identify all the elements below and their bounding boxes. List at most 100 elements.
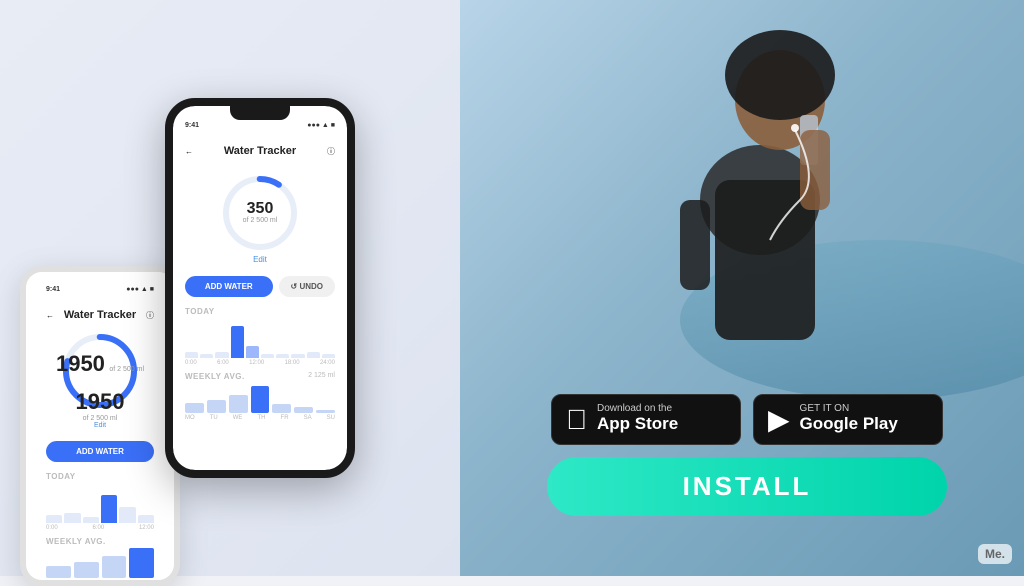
fbar-9 bbox=[307, 352, 320, 358]
back-wbar-3 bbox=[102, 556, 127, 579]
back-time: 9:41 bbox=[46, 286, 60, 293]
fwbar-4 bbox=[251, 386, 270, 413]
back-status-bar: 9:41 ●●● ▲ ■ bbox=[34, 282, 166, 293]
back-bar-2 bbox=[64, 513, 80, 523]
front-app-title: Water Tracker bbox=[224, 145, 296, 157]
fbar-8 bbox=[291, 354, 304, 358]
fwbar-2 bbox=[207, 400, 226, 414]
back-edit-label: Edit bbox=[34, 422, 166, 429]
front-weekly-header: WEEKLY AVG. 2 125 ml bbox=[173, 368, 347, 383]
front-chart bbox=[173, 318, 347, 358]
back-bar-1 bbox=[46, 515, 62, 523]
front-signal: ●●● ▲ ■ bbox=[307, 122, 335, 129]
googleplay-name: Google Play bbox=[800, 414, 898, 434]
fwlabel-tu: TU bbox=[210, 415, 218, 421]
front-weekly-labels: MO TU WE TH FR SA SU bbox=[173, 413, 347, 423]
back-arrow-icon: ← bbox=[46, 311, 54, 320]
back-bar-4 bbox=[101, 495, 117, 523]
fwbar-7 bbox=[316, 410, 335, 413]
back-info-icon: ⓘ bbox=[146, 310, 154, 321]
fbar-1 bbox=[185, 352, 198, 358]
back-wbar-4 bbox=[129, 548, 154, 578]
back-add-water-btn[interactable]: ADD WATER bbox=[46, 441, 154, 462]
back-water-goal2: of 2 500 ml bbox=[34, 415, 166, 422]
front-water-circle: 350 of 2 500 ml bbox=[220, 173, 300, 253]
front-undo-btn[interactable]: ↺ UNDO bbox=[279, 276, 335, 297]
back-water-amount: 1950 bbox=[56, 351, 105, 376]
fwlabel-mo: MO bbox=[185, 415, 195, 421]
back-signal: ●●● ▲ ■ bbox=[126, 286, 154, 293]
googleplay-button[interactable]: ▶ GET IT ON Google Play bbox=[753, 394, 943, 445]
fwbar-3 bbox=[229, 395, 248, 413]
fwbar-1 bbox=[185, 403, 204, 414]
phone-front: 9:41 ●●● ▲ ■ ← Water Tracker ⓘ 350 of 2 bbox=[165, 98, 355, 478]
back-weekly-labels: MO TU WE TH bbox=[34, 578, 166, 580]
left-panel: 9:41 ●●● ▲ ■ ← Water Tracker ⓘ 1950 of 2… bbox=[0, 0, 460, 576]
apple-icon:  bbox=[566, 404, 587, 436]
back-label-6: 6:00 bbox=[92, 525, 104, 531]
googleplay-sub: GET IT ON bbox=[800, 404, 898, 414]
googleplay-icon: ▶ bbox=[768, 403, 790, 436]
fwbar-5 bbox=[272, 404, 291, 413]
appstore-name: App Store bbox=[597, 414, 678, 434]
flabel-0: 0:00 bbox=[185, 360, 197, 366]
fwlabel-sa: SA bbox=[304, 415, 312, 421]
back-chart-labels: 0:00 6:00 12:00 bbox=[34, 523, 166, 533]
googleplay-text: GET IT ON Google Play bbox=[800, 404, 898, 434]
fbar-4 bbox=[231, 326, 244, 358]
front-water-goal: of 2 500 ml bbox=[243, 217, 278, 224]
front-water-circle-container: 350 of 2 500 ml Edit bbox=[173, 163, 347, 270]
back-app-header: ← Water Tracker ⓘ bbox=[34, 293, 166, 327]
back-bar-5 bbox=[119, 507, 135, 523]
back-weekly-chart bbox=[34, 548, 166, 578]
back-wbar-1 bbox=[46, 566, 71, 578]
front-add-water-row: ADD WATER ↺ UNDO bbox=[173, 270, 347, 303]
fwlabel-we: WE bbox=[233, 415, 243, 421]
front-edit-link[interactable]: Edit bbox=[253, 255, 267, 264]
back-water-goal: of 2 500 ml bbox=[109, 366, 144, 373]
front-add-water-btn[interactable]: ADD WATER bbox=[185, 276, 273, 297]
back-app-title: Water Tracker bbox=[64, 309, 136, 321]
fwbar-6 bbox=[294, 407, 313, 413]
right-panel:  Download on the App Store ▶ GET IT ON … bbox=[460, 0, 1024, 576]
fbar-10 bbox=[322, 354, 335, 358]
phone-back-screen: 9:41 ●●● ▲ ■ ← Water Tracker ⓘ 1950 of 2… bbox=[26, 272, 174, 580]
right-content:  Download on the App Store ▶ GET IT ON … bbox=[490, 394, 1004, 516]
back-bar-6 bbox=[138, 515, 154, 523]
back-water-amount2: 1950 bbox=[34, 389, 166, 415]
fwlabel-fr: FR bbox=[281, 415, 289, 421]
front-weekly-value: 2 125 ml bbox=[308, 368, 335, 383]
front-info-icon: ⓘ bbox=[327, 146, 335, 157]
back-label-12: 12:00 bbox=[139, 525, 154, 531]
front-arrow-icon: ← bbox=[185, 147, 193, 156]
fbar-3 bbox=[215, 352, 228, 358]
flabel-24: 24:00 bbox=[320, 360, 335, 366]
phone-screen: 9:41 ●●● ▲ ■ ← Water Tracker ⓘ 350 of 2 bbox=[173, 106, 347, 470]
fbar-5 bbox=[246, 346, 259, 358]
appstore-sub: Download on the bbox=[597, 404, 678, 414]
front-today-label: TODAY bbox=[173, 303, 347, 318]
front-time: 9:41 bbox=[185, 122, 199, 129]
fwlabel-th: TH bbox=[257, 415, 265, 421]
back-add-water-row: ADD WATER bbox=[34, 435, 166, 468]
flabel-12: 12:00 bbox=[249, 360, 264, 366]
back-weekly-label: WEEKLY AVG. bbox=[34, 533, 166, 548]
front-app-header: ← Water Tracker ⓘ bbox=[173, 129, 347, 163]
back-bar-3 bbox=[83, 517, 99, 523]
fbar-7 bbox=[276, 354, 289, 358]
front-chart-labels: 0:00 6:00 12:00 18:00 24:00 bbox=[173, 358, 347, 368]
back-chart bbox=[34, 483, 166, 523]
front-water-text: 350 of 2 500 ml bbox=[243, 201, 278, 224]
appstore-button[interactable]:  Download on the App Store bbox=[551, 394, 741, 445]
fwlabel-su: SU bbox=[327, 415, 335, 421]
store-buttons:  Download on the App Store ▶ GET IT ON … bbox=[551, 394, 943, 445]
flabel-6: 6:00 bbox=[217, 360, 229, 366]
back-today-label: TODAY bbox=[34, 468, 166, 483]
front-weekly-label: WEEKLY AVG. bbox=[185, 368, 245, 383]
me-badge: Me. bbox=[978, 544, 1012, 564]
phone-notch bbox=[230, 106, 290, 120]
install-button[interactable]: INSTALL bbox=[547, 457, 947, 516]
fbar-2 bbox=[200, 354, 213, 358]
front-water-amount: 350 bbox=[243, 201, 278, 217]
appstore-text: Download on the App Store bbox=[597, 404, 678, 434]
